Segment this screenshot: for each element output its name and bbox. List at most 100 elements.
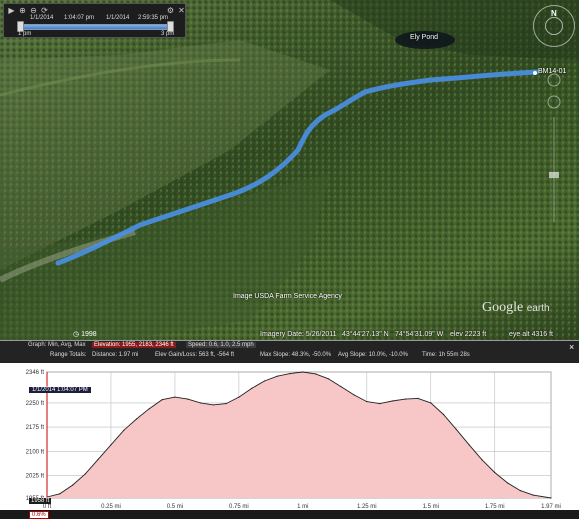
x-tick-label: 1.75 mi bbox=[485, 504, 505, 510]
x-tick-label: 0.25 mi bbox=[101, 504, 121, 510]
elevation-chart[interactable]: 0 ft 0.25 mi 0.5 mi 0.75 mi 1 mi 1.25 mi 1.5 m… bbox=[0, 363, 579, 519]
elevation-point bbox=[379, 403, 381, 405]
elevation-point bbox=[199, 402, 202, 404]
elevation-point bbox=[417, 397, 419, 399]
elevation-point bbox=[353, 394, 355, 396]
play-icon[interactable]: ▶ bbox=[7, 6, 16, 15]
imagery-credit: Image USDA Farm Service Agency bbox=[233, 293, 342, 300]
elevation-readout: elev 2223 ft bbox=[450, 331, 487, 338]
elevation-point bbox=[366, 401, 368, 403]
gps-track[interactable] bbox=[0, 0, 579, 340]
start-time: 1:04:07 pm bbox=[64, 15, 95, 21]
y-tick-label: 2346 ft bbox=[26, 370, 45, 376]
elevation-profile-panel: Graph: Min, Avg, Max Elevation: 1955, 21… bbox=[0, 340, 579, 519]
elevation-point bbox=[251, 387, 253, 389]
end-time: 2:59:35 pm bbox=[138, 15, 169, 21]
start-date: 1/1/2014 bbox=[30, 15, 54, 21]
google-earth-logo: Google earth bbox=[482, 300, 550, 316]
elevation-point bbox=[148, 408, 150, 410]
elevation-chart-svg[interactable]: 0 ft 0.25 mi 0.5 mi 0.75 mi 1 mi 1.25 mi 1.5 m… bbox=[0, 363, 579, 510]
cursor-grade-label: 0.6% bbox=[29, 511, 49, 519]
elevation-point bbox=[315, 373, 317, 375]
elevation-point bbox=[72, 484, 74, 486]
left-tick: 1 pm bbox=[18, 31, 32, 37]
elevation-point bbox=[391, 400, 393, 402]
elevation-point bbox=[263, 380, 266, 382]
waypoint-icon[interactable] bbox=[533, 71, 537, 75]
y-tick-label: 2025 ft bbox=[26, 473, 45, 479]
elevation-point bbox=[212, 404, 214, 406]
google-earth-logo-suffix: earth bbox=[526, 303, 550, 314]
latitude: 43°44'27.13" N bbox=[342, 331, 389, 338]
elevation-point bbox=[550, 497, 552, 499]
elevation-point bbox=[97, 458, 99, 460]
elevation-selector[interactable]: Elevation: 1955, 2183, 2346 ft bbox=[92, 342, 176, 348]
elevation-point bbox=[238, 396, 240, 398]
eye-altitude: eye alt 4316 ft bbox=[509, 331, 553, 338]
elevation-point bbox=[481, 459, 483, 461]
max-slope-total: Max Slope: 48.3%, -50.0% bbox=[260, 352, 332, 358]
x-tick-label: 1.5 mi bbox=[423, 504, 439, 510]
right-tick: 3 pm bbox=[161, 31, 175, 37]
settings-icon[interactable]: ⚙ bbox=[166, 6, 175, 15]
elevation-point bbox=[161, 399, 163, 401]
time-slider-panel: ▶ ⊕ ⊖ ⟳ ⚙ ✕ 1/1/2014 1:04:07 pm 1/1/2014… bbox=[3, 3, 186, 38]
elevation-point bbox=[59, 493, 61, 495]
range-totals-label: Range Totals: bbox=[50, 352, 87, 358]
elevation-point bbox=[187, 398, 189, 400]
graph-label: Graph: Min, Avg, Max bbox=[28, 342, 86, 348]
elevation-point bbox=[84, 473, 86, 475]
elevation-stats-bar: Graph: Min, Avg, Max Elevation: 1955, 21… bbox=[0, 341, 579, 363]
cursor-time-label: 1/1/2014 1:04:07 PM bbox=[29, 387, 91, 393]
elevation-point bbox=[123, 429, 125, 431]
elevation-point bbox=[455, 428, 457, 430]
x-tick-label: 1.97 mi bbox=[541, 504, 561, 510]
elevation-point bbox=[276, 375, 278, 377]
elevation-point bbox=[135, 418, 138, 420]
elevation-point bbox=[532, 494, 534, 496]
compass-control[interactable]: N bbox=[533, 5, 575, 47]
elevation-point bbox=[225, 403, 227, 405]
close-profile-button[interactable]: × bbox=[569, 342, 574, 352]
elevation-point bbox=[519, 490, 521, 492]
close-icon[interactable]: ✕ bbox=[177, 6, 186, 15]
cursor-elevation-label: 1958 ft bbox=[29, 498, 52, 504]
elevation-point bbox=[174, 396, 176, 398]
y-tick-label: 2175 ft bbox=[26, 425, 45, 431]
compass-ring-icon bbox=[545, 17, 563, 35]
pond-label: Ely Pond bbox=[410, 34, 439, 41]
end-date: 1/1/2014 bbox=[106, 15, 130, 21]
x-tick-label: 1 mi bbox=[297, 504, 308, 510]
elevation-point bbox=[494, 471, 496, 474]
zoom-slider-control[interactable] bbox=[546, 72, 562, 232]
elevation-point bbox=[468, 444, 470, 446]
elevation-point bbox=[302, 371, 304, 373]
distance-total: Distance: 1.97 mi bbox=[92, 352, 139, 358]
elevation-point bbox=[110, 444, 112, 446]
map-view[interactable]: Ely Pond BM14-01 Image USDA Farm Service… bbox=[0, 0, 579, 340]
elevation-point bbox=[430, 402, 432, 404]
elevation-point bbox=[340, 386, 342, 388]
elevation-point bbox=[442, 413, 445, 416]
elevation-point bbox=[327, 378, 329, 380]
elevation-point bbox=[506, 482, 509, 484]
x-tick-label: 0.75 mi bbox=[229, 504, 249, 510]
longitude: 74°54'31.09" W bbox=[395, 331, 444, 338]
x-tick-label: 0.5 mi bbox=[167, 504, 183, 510]
zoom-out-icon[interactable]: ⊖ bbox=[29, 6, 38, 15]
y-tick-label: 2250 ft bbox=[26, 401, 45, 407]
x-tick-label: 1.25 mi bbox=[357, 504, 377, 510]
speed-selector[interactable]: Speed: 0.6, 1.0, 2.5 mph bbox=[186, 342, 256, 348]
google-earth-logo-text: Google bbox=[482, 300, 524, 315]
x-tick-label: 0 ft bbox=[43, 504, 52, 510]
y-tick-label: 2100 ft bbox=[26, 449, 45, 455]
gain-loss-total: Elev Gain/Loss: 563 ft, -564 ft bbox=[155, 352, 235, 358]
elevation-point bbox=[289, 373, 291, 375]
repeat-icon[interactable]: ⟳ bbox=[40, 6, 49, 15]
zoom-in-icon[interactable]: ⊕ bbox=[18, 6, 27, 15]
time-range-track[interactable] bbox=[18, 24, 173, 30]
avg-slope-total: Avg Slope: 10.0%, -10.0% bbox=[338, 352, 408, 358]
time-total: Time: 1h 55m 28s bbox=[422, 352, 470, 358]
imagery-date: Imagery Date: 5/26/2011 bbox=[260, 331, 337, 338]
elevation-point bbox=[404, 398, 406, 400]
